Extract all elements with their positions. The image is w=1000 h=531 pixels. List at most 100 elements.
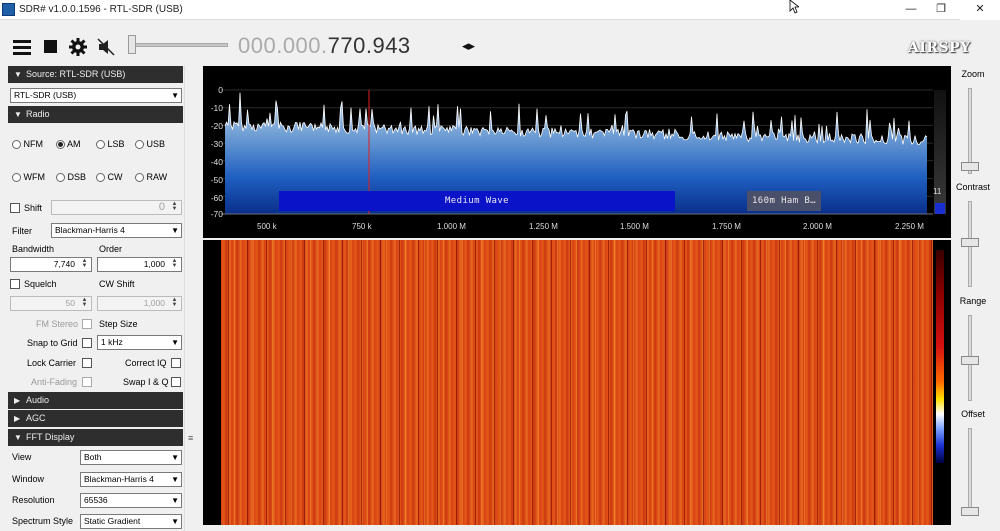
lock-carrier-checkbox[interactable] <box>82 358 92 368</box>
mode-dsb[interactable]: DSB <box>56 172 86 183</box>
menu-icon[interactable] <box>13 38 31 56</box>
correct-iq-label: Correct IQ <box>125 358 167 368</box>
spinner-icon[interactable]: ▲ ▼ <box>169 297 180 309</box>
resolution-select[interactable]: 65536 ▼ <box>80 493 182 508</box>
window-select[interactable]: Blackman-Harris 4 ▼ <box>80 472 182 487</box>
minimize-button[interactable]: — <box>896 0 926 20</box>
app-icon <box>2 3 15 16</box>
swap-iq-label: Swap I & Q <box>123 377 169 387</box>
contrast-slider-thumb[interactable] <box>961 238 979 247</box>
gear-icon[interactable] <box>69 38 87 56</box>
left-panel-scrollbar[interactable] <box>184 65 200 531</box>
level-readout: 11 <box>933 187 942 196</box>
bandwidth-value: 7,740 <box>53 259 75 269</box>
source-device-select[interactable]: RTL-SDR (USB) ▼ <box>10 88 182 103</box>
squelch-input[interactable]: 50 ▲ ▼ <box>10 296 92 311</box>
mode-label: WFM <box>23 172 46 182</box>
shift-checkbox[interactable] <box>10 203 20 213</box>
snap-to-grid-checkbox[interactable] <box>82 338 92 348</box>
zoom-slider-thumb[interactable] <box>961 162 979 171</box>
y-tick-label: 0 <box>218 85 223 95</box>
airspy-logo: AIRSPY <box>908 40 971 56</box>
window-label: Window <box>12 474 45 484</box>
splitter-grip-icon[interactable]: ≡ <box>188 433 193 443</box>
mode-lsb[interactable]: LSB <box>96 139 125 150</box>
spinner-icon[interactable]: ▲ ▼ <box>169 201 180 213</box>
filter-select[interactable]: Blackman-Harris 4 ▼ <box>51 223 182 238</box>
mode-cw[interactable]: CW <box>96 172 123 183</box>
x-tick-label: 500 k <box>257 222 277 231</box>
range-slider-thumb[interactable] <box>961 356 979 365</box>
mode-nfm[interactable]: NFM <box>12 139 44 150</box>
audio-section-header[interactable]: ▶ Audio <box>8 392 183 409</box>
step-size-value: 1 kHz <box>101 337 123 347</box>
radio-button[interactable] <box>96 140 105 150</box>
order-input[interactable]: 1,000 ▲ ▼ <box>97 257 182 272</box>
fft-display-section-header[interactable]: ▼ FFT Display <box>8 429 183 446</box>
mode-label: LSB <box>107 139 125 149</box>
offset-slider-track[interactable] <box>968 428 972 516</box>
radio-button[interactable] <box>12 173 21 183</box>
spectrum-style-value: Static Gradient <box>84 516 141 526</box>
view-select[interactable]: Both ▼ <box>80 450 182 465</box>
bandwidth-input[interactable]: 7,740 ▲ ▼ <box>10 257 92 272</box>
chevron-down-icon: ▼ <box>171 475 179 484</box>
spinner-icon[interactable]: ▲ ▼ <box>79 258 90 270</box>
frequency-dim-digits[interactable]: 000.000. <box>238 33 328 58</box>
band-medium-wave[interactable]: Medium Wave <box>279 191 675 211</box>
y-tick-label: -70 <box>210 209 223 219</box>
shift-label: Shift <box>24 203 43 213</box>
maximize-button[interactable]: ❐ <box>926 0 956 20</box>
swap-iq-checkbox[interactable] <box>171 377 181 387</box>
step-size-select[interactable]: 1 kHz ▼ <box>97 335 182 350</box>
radio-button[interactable] <box>135 173 144 183</box>
spectrum-style-select[interactable]: Static Gradient ▼ <box>80 514 182 529</box>
mode-label: NFM <box>23 139 44 149</box>
correct-iq-checkbox[interactable] <box>171 358 181 368</box>
band-160m-ham[interactable]: 160m Ham B… <box>747 191 821 211</box>
stop-icon[interactable] <box>42 38 60 56</box>
fm-stereo-checkbox[interactable] <box>82 319 92 329</box>
mute-speaker-icon[interactable] <box>97 38 115 56</box>
agc-section-header[interactable]: ▶ AGC <box>8 410 183 427</box>
spectrum-plot[interactable] <box>203 66 951 238</box>
offset-slider-thumb[interactable] <box>961 507 979 516</box>
x-tick-label: 2.000 M <box>803 222 832 231</box>
y-tick-label: -50 <box>210 175 223 185</box>
collapse-arrow-icon: ▼ <box>14 110 22 119</box>
chevron-down-icon: ▼ <box>171 91 179 100</box>
anti-fading-checkbox[interactable] <box>82 377 92 387</box>
volume-slider-thumb[interactable] <box>128 35 136 54</box>
waterfall-display[interactable] <box>203 240 951 525</box>
close-button[interactable]: ✕ <box>960 0 1000 20</box>
radio-section-header[interactable]: ▼ Radio <box>8 106 183 123</box>
volume-slider-track[interactable] <box>128 43 228 47</box>
radio-button[interactable] <box>96 173 105 183</box>
anti-fading-label: Anti-Fading <box>31 377 78 387</box>
spinner-icon[interactable]: ▲ ▼ <box>169 258 180 270</box>
mode-wfm[interactable]: WFM <box>12 172 46 183</box>
spectrum-analyzer[interactable]: 0 -10 -20 -30 -40 -50 -60 -70 Medium Wav… <box>203 66 951 238</box>
frequency-step-arrows[interactable]: ◂▸ <box>462 38 475 54</box>
radio-button[interactable] <box>12 140 21 150</box>
source-section-header[interactable]: ▼ Source: RTL-SDR (USB) <box>8 66 183 83</box>
radio-button[interactable] <box>56 173 65 183</box>
resolution-label: Resolution <box>12 495 55 505</box>
frequency-display[interactable]: 000.000.770.943 <box>238 33 411 59</box>
cw-shift-value: 1,000 <box>143 298 165 308</box>
waterfall-image[interactable] <box>221 240 933 525</box>
frequency-lit-digits[interactable]: 770.943 <box>328 33 411 58</box>
mode-raw[interactable]: RAW <box>135 172 167 183</box>
squelch-checkbox[interactable] <box>10 279 20 289</box>
shift-value-input[interactable]: 0 ▲ ▼ <box>51 200 182 215</box>
level-meter-fill <box>935 203 945 214</box>
mode-usb[interactable]: USB <box>135 139 165 150</box>
radio-button[interactable] <box>135 140 144 150</box>
x-tick-label: 1.000 M <box>437 222 466 231</box>
source-header-label: Source: RTL-SDR (USB) <box>26 69 126 79</box>
cw-shift-input[interactable]: 1,000 ▲ ▼ <box>97 296 182 311</box>
mode-am[interactable]: AM <box>56 139 81 150</box>
spinner-icon[interactable]: ▲ ▼ <box>79 297 90 309</box>
waterfall-color-scale <box>936 250 944 463</box>
radio-button-selected[interactable] <box>56 140 65 150</box>
